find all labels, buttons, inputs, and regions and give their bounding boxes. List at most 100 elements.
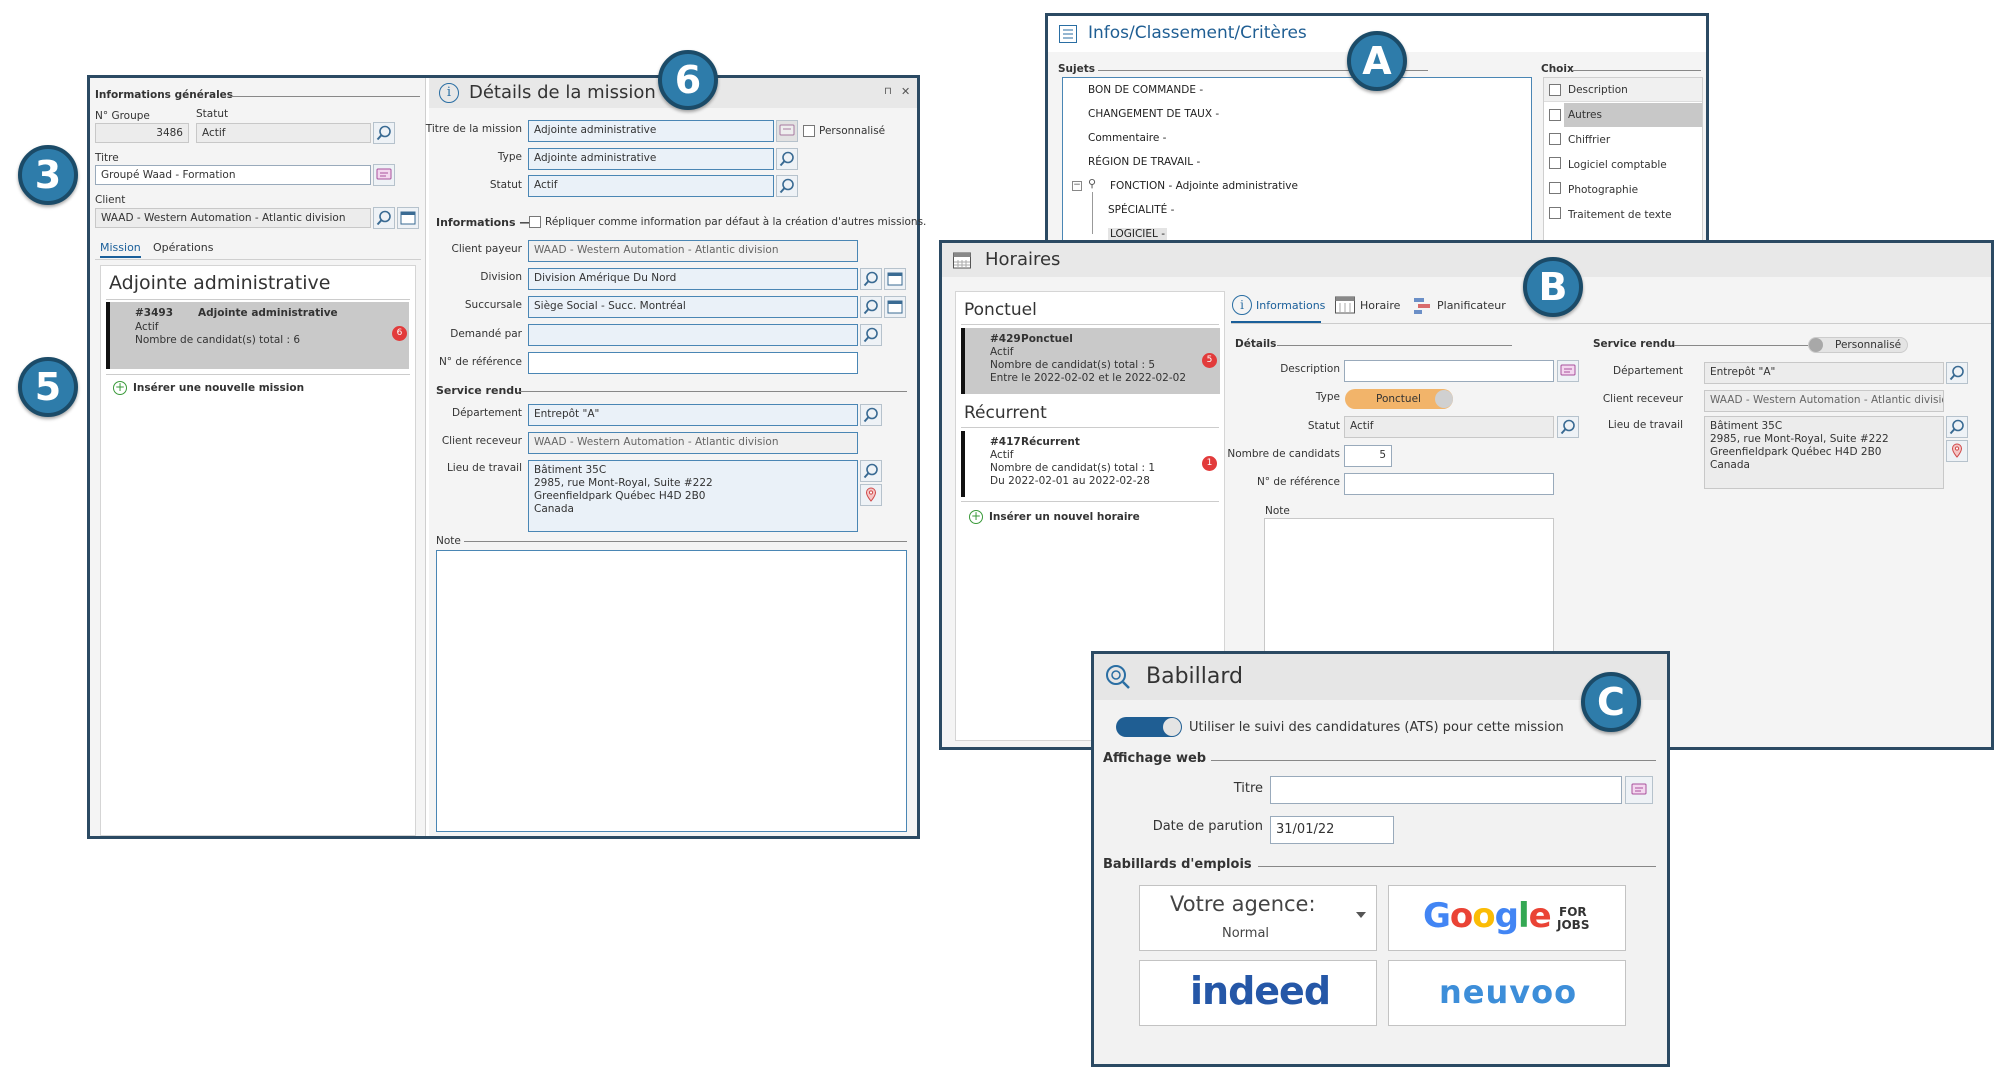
- receiver-field[interactable]: WAAD - Western Automation - Atlantic div…: [528, 432, 858, 454]
- tab-mission[interactable]: Mission: [100, 241, 141, 258]
- address-line: Canada: [534, 503, 574, 515]
- tree-item[interactable]: Commentaire -: [1088, 132, 1166, 144]
- publish-date-field[interactable]: 31/01/22: [1270, 816, 1394, 844]
- insert-mission-button[interactable]: Insérer une nouvelle mission: [133, 382, 304, 394]
- branch-field[interactable]: Siège Social - Succ. Montréal: [528, 296, 858, 318]
- pin-button[interactable]: ⊓: [884, 86, 892, 97]
- add-icon[interactable]: +: [969, 510, 983, 524]
- client-open-button[interactable]: [397, 207, 419, 229]
- tree-item[interactable]: LOGICIEL -: [1108, 228, 1168, 240]
- collapse-icon[interactable]: −: [1072, 181, 1082, 191]
- tab-operations[interactable]: Opérations: [153, 241, 213, 254]
- payer-field[interactable]: WAAD - Western Automation - Atlantic div…: [528, 240, 858, 262]
- workplace-search-button[interactable]: [860, 460, 882, 482]
- list-item[interactable]: #429 Ponctuel Actif Nombre de candidat(s…: [961, 328, 1220, 394]
- choice-item[interactable]: Autres: [1568, 109, 1602, 121]
- replicate-checkbox[interactable]: [529, 216, 541, 228]
- description-field[interactable]: [1344, 360, 1554, 382]
- status-search-button[interactable]: [373, 122, 395, 144]
- status-field[interactable]: Actif: [196, 123, 371, 143]
- choice-checkbox[interactable]: [1549, 133, 1561, 145]
- workplace-field[interactable]: Bâtiment 35C 2985, rue Mont-Royal, Suite…: [1704, 416, 1944, 489]
- choice-checkbox[interactable]: [1549, 207, 1561, 219]
- status-search-button[interactable]: [776, 175, 798, 197]
- tree-item[interactable]: SPÉCIALITÉ -: [1108, 204, 1174, 216]
- add-icon[interactable]: +: [113, 381, 127, 395]
- web-title-label: Titre: [1233, 781, 1263, 796]
- chevron-down-icon[interactable]: [1356, 912, 1366, 918]
- tab-horaire[interactable]: Horaire: [1360, 299, 1400, 312]
- type-search-button[interactable]: [776, 148, 798, 170]
- choice-item[interactable]: Chiffrier: [1568, 134, 1610, 146]
- reference-field[interactable]: [1344, 473, 1554, 495]
- requested-search-button[interactable]: [860, 324, 882, 346]
- type-label: Type: [497, 151, 522, 163]
- division-open-button[interactable]: [884, 268, 906, 290]
- candidates-count-field[interactable]: 5: [1344, 445, 1392, 467]
- department-label: Département: [1613, 365, 1683, 377]
- type-field[interactable]: Adjointe administrative: [528, 148, 774, 170]
- choice-checkbox[interactable]: [1549, 157, 1561, 169]
- choice-item[interactable]: Photographie: [1568, 184, 1638, 196]
- choice-item[interactable]: Traitement de texte: [1568, 209, 1672, 221]
- item-id: #3493: [135, 307, 174, 319]
- tab-informations[interactable]: Informations: [1256, 299, 1325, 312]
- indeed-tile[interactable]: indeed: [1139, 960, 1377, 1026]
- workplace-field[interactable]: Bâtiment 35C 2985, rue Mont-Royal, Suite…: [528, 460, 858, 532]
- reference-field[interactable]: [528, 352, 858, 374]
- client-field[interactable]: WAAD - Western Automation - Atlantic div…: [95, 208, 371, 228]
- status-field[interactable]: Actif: [1344, 416, 1554, 438]
- select-all-checkbox[interactable]: [1549, 84, 1561, 96]
- tab-planificateur[interactable]: Planificateur: [1437, 299, 1506, 312]
- list-item[interactable]: #3493 Adjointe administrative Actif Nomb…: [106, 302, 409, 369]
- web-title-field[interactable]: [1270, 776, 1622, 804]
- receiver-field[interactable]: WAAD - Western Automation - Atlantic div…: [1704, 390, 1944, 412]
- google-jobs-tile[interactable]: Google FOR JOBS: [1388, 885, 1626, 951]
- workplace-map-button[interactable]: [860, 484, 882, 506]
- comment-icon: [779, 124, 795, 136]
- branch-search-button[interactable]: [860, 296, 882, 318]
- tree-item[interactable]: CHANGEMENT DE TAUX -: [1088, 108, 1219, 120]
- custom-checkbox[interactable]: [803, 125, 815, 137]
- web-title-comment-button[interactable]: [1625, 776, 1653, 804]
- workplace-map-button[interactable]: [1946, 440, 1968, 462]
- branch-open-button[interactable]: [884, 296, 906, 318]
- mission-title-comment-button[interactable]: [776, 120, 798, 142]
- item-name: Récurrent: [1021, 436, 1080, 448]
- workplace-search-button[interactable]: [1946, 416, 1968, 438]
- choice-checkbox[interactable]: [1549, 109, 1561, 121]
- choice-item[interactable]: Logiciel comptable: [1568, 159, 1667, 171]
- status-field[interactable]: Actif: [528, 175, 774, 197]
- mission-title-field[interactable]: Adjointe administrative: [528, 120, 774, 142]
- title-field[interactable]: Groupé Waad - Formation: [95, 165, 371, 185]
- title-comment-button[interactable]: [373, 164, 395, 186]
- division-field[interactable]: Division Amérique Du Nord: [528, 268, 858, 290]
- choice-checkbox[interactable]: [1549, 182, 1561, 194]
- type-label: Type: [1315, 391, 1340, 403]
- note-textarea[interactable]: [436, 550, 907, 832]
- callout-6: 6: [658, 50, 718, 110]
- list-item[interactable]: #417 Récurrent Actif Nombre de candidat(…: [961, 431, 1220, 497]
- job-boards-section: Babillards d'emplois: [1103, 857, 1252, 872]
- department-search-button[interactable]: [1946, 362, 1968, 384]
- item-status: Actif: [990, 346, 1014, 358]
- department-field[interactable]: Entrepôt "A": [1704, 362, 1944, 384]
- description-comment-button[interactable]: [1557, 360, 1579, 382]
- requested-field[interactable]: [528, 324, 858, 346]
- tree-item[interactable]: FONCTION - Adjointe administrative: [1110, 180, 1298, 192]
- insert-schedule-button[interactable]: Insérer un nouvel horaire: [989, 511, 1140, 523]
- tree-item[interactable]: RÉGION DE TRAVAIL -: [1088, 156, 1200, 168]
- status-search-button[interactable]: [1557, 416, 1579, 438]
- division-search-button[interactable]: [860, 268, 882, 290]
- window-icon: [400, 211, 416, 225]
- client-search-button[interactable]: [373, 207, 395, 229]
- agency-board-tile[interactable]: Votre agence: Normal: [1139, 885, 1377, 951]
- group-no-field[interactable]: 3486: [95, 123, 189, 143]
- close-button[interactable]: ✕: [901, 85, 910, 98]
- neuvoo-tile[interactable]: neuvoo: [1388, 960, 1626, 1026]
- status-label: Statut: [196, 108, 229, 120]
- department-search-button[interactable]: [860, 404, 882, 426]
- tree-item[interactable]: BON DE COMMANDE -: [1088, 84, 1203, 96]
- department-field[interactable]: Entrepôt "A": [528, 404, 858, 426]
- infos-title: Infos/Classement/Critères: [1088, 23, 1307, 43]
